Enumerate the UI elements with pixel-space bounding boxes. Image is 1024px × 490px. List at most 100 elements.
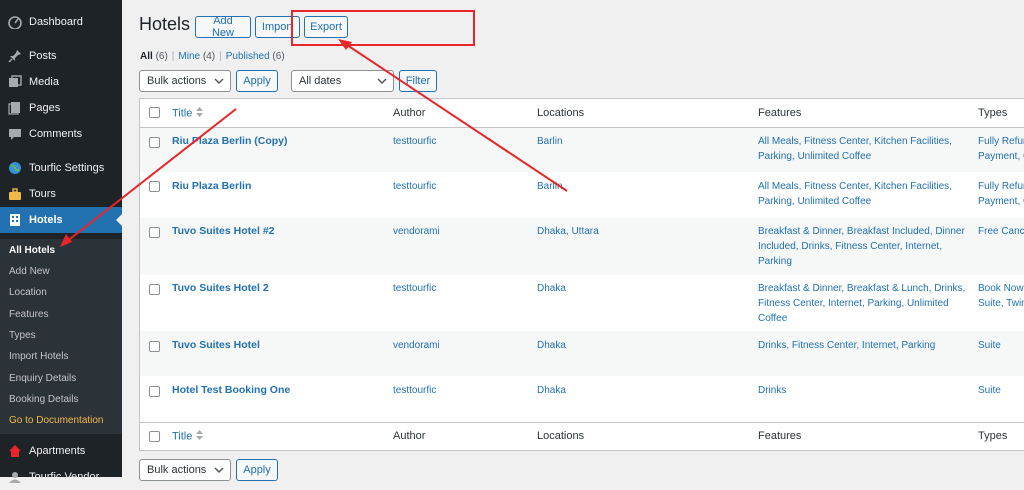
- column-title[interactable]: Title: [172, 107, 204, 120]
- types-list[interactable]: Fully RefurPayment, C: [978, 179, 1024, 209]
- view-all[interactable]: All (6): [140, 51, 168, 62]
- hotel-title-link[interactable]: Tuvo Suites Hotel #2: [172, 224, 275, 239]
- types-list[interactable]: Suite: [978, 383, 1001, 398]
- sidebar-item-apartments[interactable]: Apartments: [0, 438, 122, 464]
- location-link[interactable]: Barlin: [537, 179, 563, 194]
- location-link[interactable]: Dhaka: [537, 338, 566, 353]
- hotel-title-link[interactable]: Riu Plaza Berlin (Copy): [172, 134, 288, 149]
- features-list[interactable]: Drinks, Fitness Center, Internet, Parkin…: [758, 338, 973, 353]
- location-link[interactable]: Dhaka, Uttara: [537, 224, 599, 239]
- hotel-title-link[interactable]: Hotel Test Booking One: [172, 383, 290, 398]
- column-features: Features: [758, 430, 802, 442]
- add-new-button[interactable]: Add New: [195, 15, 251, 39]
- hotels-table: Title Author Locations Features Types Ri…: [139, 98, 1024, 451]
- sidebar-item-media[interactable]: Media: [0, 69, 122, 95]
- row-checkbox[interactable]: [149, 284, 160, 295]
- arrowhead-icon: [338, 39, 352, 50]
- submenu-all-hotels[interactable]: All Hotels: [9, 245, 55, 256]
- sidebar-item-tourfic-vendor[interactable]: Tourfic Vendor: [0, 464, 122, 490]
- pin-icon: [7, 48, 23, 64]
- sidebar-item-tourfic-settings[interactable]: Tourfic Settings: [0, 155, 122, 181]
- filter-button[interactable]: Filter: [399, 70, 437, 92]
- bulk-actions-select-bottom[interactable]: Bulk actions: [139, 459, 231, 481]
- sidebar-item-comments[interactable]: Comments: [0, 121, 122, 147]
- column-features: Features: [758, 107, 802, 119]
- media-icon: [7, 74, 23, 90]
- sidebar-item-label: Media: [29, 76, 59, 88]
- types-list[interactable]: Suite: [978, 338, 1001, 353]
- hotel-title-link[interactable]: Tuvo Suites Hotel 2: [172, 281, 269, 296]
- author-link[interactable]: testtourfic: [393, 383, 436, 398]
- import-button[interactable]: Import: [255, 16, 300, 38]
- export-button[interactable]: Export: [304, 16, 348, 38]
- dashboard-icon: [7, 14, 23, 30]
- sidebar-item-tours[interactable]: Tours: [0, 181, 122, 207]
- sidebar-item-label: Comments: [29, 128, 83, 140]
- location-link[interactable]: Dhaka: [537, 281, 566, 296]
- author-link[interactable]: vendorami: [393, 338, 440, 353]
- column-author: Author: [393, 430, 426, 442]
- apply-button-bottom[interactable]: Apply: [236, 459, 278, 481]
- features-list[interactable]: Breakfast & Dinner, Breakfast Included, …: [758, 224, 973, 269]
- submenu-location[interactable]: Location: [9, 287, 47, 298]
- apply-button[interactable]: Apply: [236, 70, 278, 92]
- bulk-actions-select[interactable]: Bulk actions: [139, 70, 231, 92]
- row-checkbox[interactable]: [149, 137, 160, 148]
- chevron-down-icon: [214, 76, 224, 86]
- location-link[interactable]: Barlin: [537, 134, 563, 149]
- table-row: Riu Plaza Berlin testtourfic Barlin All …: [140, 172, 1024, 218]
- author-link[interactable]: testtourfic: [393, 179, 436, 194]
- column-title[interactable]: Title: [172, 430, 204, 443]
- hotels-submenu: All Hotels Add New Location Features Typ…: [0, 239, 122, 434]
- submenu-go-to-documentation[interactable]: Go to Documentation: [9, 415, 104, 426]
- globe-icon: [7, 160, 23, 176]
- submenu-enquiry-details[interactable]: Enquiry Details: [9, 373, 76, 384]
- submenu-booking-details[interactable]: Booking Details: [9, 394, 78, 405]
- submenu-features[interactable]: Features: [9, 309, 48, 320]
- submenu-add-new[interactable]: Add New: [9, 266, 50, 277]
- row-checkbox[interactable]: [149, 341, 160, 352]
- hotel-title-link[interactable]: Tuvo Suites Hotel: [172, 338, 260, 353]
- table-row: Tuvo Suites Hotel 2 testtourfic Dhaka Br…: [140, 275, 1024, 331]
- table-row: Riu Plaza Berlin (Copy) testtourfic Barl…: [140, 128, 1024, 172]
- types-list[interactable]: Fully RefurPayment, C: [978, 134, 1024, 164]
- features-list[interactable]: All Meals, Fitness Center, Kitchen Facil…: [758, 179, 973, 209]
- table-row: Tuvo Suites Hotel #2 vendorami Dhaka, Ut…: [140, 218, 1024, 275]
- dates-value: All dates: [299, 75, 342, 87]
- dates-select[interactable]: All dates: [291, 70, 394, 92]
- sidebar-item-posts[interactable]: Posts: [0, 43, 122, 69]
- sidebar-item-label: Pages: [29, 102, 61, 114]
- types-list[interactable]: Free Cance: [978, 224, 1024, 239]
- view-published[interactable]: Published (6): [226, 51, 285, 62]
- row-checkbox[interactable]: [149, 386, 160, 397]
- column-locations: Locations: [537, 107, 585, 119]
- sidebar-item-pages[interactable]: Pages: [0, 95, 122, 121]
- select-all-checkbox[interactable]: [149, 107, 160, 118]
- features-list[interactable]: Breakfast & Dinner, Breakfast & Lunch, D…: [758, 281, 973, 326]
- features-list[interactable]: Drinks: [758, 383, 973, 398]
- submenu-types[interactable]: Types: [9, 330, 36, 341]
- features-list[interactable]: All Meals, Fitness Center, Kitchen Facil…: [758, 134, 973, 164]
- view-mine[interactable]: Mine (4): [178, 51, 215, 62]
- select-all-checkbox[interactable]: [149, 431, 160, 442]
- row-checkbox[interactable]: [149, 227, 160, 238]
- row-checkbox[interactable]: [149, 181, 160, 192]
- sidebar-item-dashboard[interactable]: Dashboard: [0, 9, 122, 35]
- sidebar-item-label: Hotels: [29, 214, 63, 226]
- author-link[interactable]: vendorami: [393, 224, 440, 239]
- chevron-down-icon: [377, 76, 387, 86]
- sidebar-item-label: Dashboard: [29, 16, 83, 28]
- sidebar-item-label: Posts: [29, 50, 57, 62]
- submenu-import-hotels[interactable]: Import Hotels: [9, 351, 68, 362]
- suitcase-icon: [7, 186, 23, 202]
- types-list[interactable]: Book Now, Suite, Twin: [978, 281, 1024, 311]
- location-link[interactable]: Dhaka: [537, 383, 566, 398]
- view-separator: |: [171, 51, 175, 62]
- sort-icon: [196, 430, 204, 443]
- sidebar-item-hotels[interactable]: Hotels: [0, 207, 122, 233]
- view-separator: |: [219, 51, 222, 62]
- author-link[interactable]: testtourfic: [393, 281, 436, 296]
- view-filters: All (6) | Mine (4) | Published (6): [140, 51, 285, 62]
- hotel-title-link[interactable]: Riu Plaza Berlin: [172, 179, 251, 194]
- author-link[interactable]: testtourfic: [393, 134, 436, 149]
